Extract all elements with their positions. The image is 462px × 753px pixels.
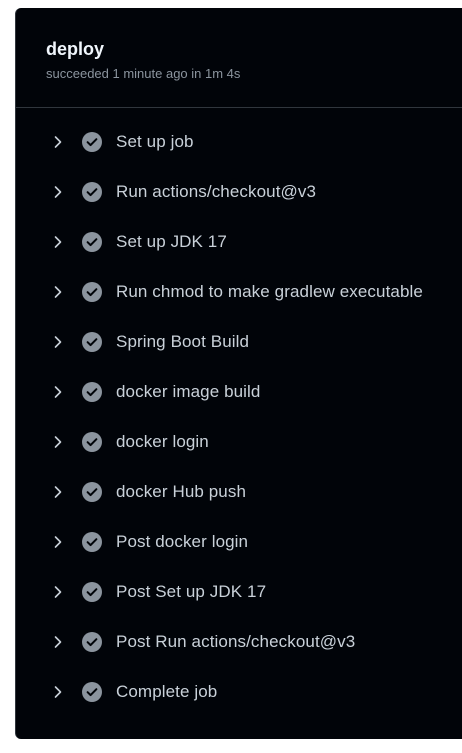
- step-label: Post docker login: [116, 532, 249, 551]
- step-list: Set up job Run actions/checkout@v3 Set u…: [16, 108, 462, 717]
- check-circle-fill-icon: [82, 532, 102, 552]
- check-circle-fill-icon: [82, 682, 102, 702]
- job-title: deploy: [46, 39, 105, 59]
- step-label: Set up job: [116, 132, 194, 151]
- job-header: deploy succeeded 1 minute ago in 1m 4s: [16, 8, 462, 108]
- chevron-right-icon[interactable]: [52, 684, 64, 700]
- step-label: Set up JDK 17: [116, 232, 227, 251]
- check-circle-fill-icon: [82, 582, 102, 602]
- step-row-docker-login[interactable]: docker login: [16, 417, 462, 467]
- chevron-right-icon[interactable]: [52, 484, 64, 500]
- step-row-complete-job[interactable]: Complete job: [16, 667, 462, 717]
- chevron-right-icon[interactable]: [52, 134, 64, 150]
- step-row-set-up-job[interactable]: Set up job: [16, 117, 462, 167]
- step-row-docker-hub-push[interactable]: docker Hub push: [16, 467, 462, 517]
- chevron-right-icon[interactable]: [52, 584, 64, 600]
- step-label: Complete job: [116, 682, 218, 701]
- chevron-right-icon[interactable]: [52, 284, 64, 300]
- step-label: docker login: [116, 432, 209, 451]
- check-circle-fill-icon: [82, 482, 102, 502]
- chevron-right-icon[interactable]: [52, 534, 64, 550]
- step-row-post-checkout[interactable]: Post Run actions/checkout@v3: [16, 617, 462, 667]
- check-circle-fill-icon: [82, 282, 102, 302]
- step-row-docker-image-build[interactable]: docker image build: [16, 367, 462, 417]
- check-circle-fill-icon: [82, 632, 102, 652]
- step-row-set-up-jdk[interactable]: Set up JDK 17: [16, 217, 462, 267]
- check-circle-fill-icon: [82, 382, 102, 402]
- step-row-spring-boot-build[interactable]: Spring Boot Build: [16, 317, 462, 367]
- check-circle-fill-icon: [82, 332, 102, 352]
- check-circle-fill-icon: [82, 232, 102, 252]
- step-label: Spring Boot Build: [116, 332, 250, 351]
- job-log-panel: deploy succeeded 1 minute ago in 1m 4s S…: [15, 8, 462, 739]
- check-circle-fill-icon: [82, 182, 102, 202]
- chevron-right-icon[interactable]: [52, 634, 64, 650]
- chevron-right-icon[interactable]: [52, 434, 64, 450]
- step-label: Post Set up JDK 17: [116, 582, 267, 601]
- chevron-right-icon[interactable]: [52, 184, 64, 200]
- step-label: Run chmod to make gradlew executable: [116, 282, 423, 301]
- step-row-post-set-up-jdk[interactable]: Post Set up JDK 17: [16, 567, 462, 617]
- job-status: succeeded 1 minute ago in 1m 4s: [46, 66, 241, 81]
- check-circle-fill-icon: [82, 132, 102, 152]
- step-label: Post Run actions/checkout@v3: [116, 632, 356, 651]
- step-label: docker image build: [116, 382, 261, 401]
- step-row-post-docker-login[interactable]: Post docker login: [16, 517, 462, 567]
- chevron-right-icon[interactable]: [52, 234, 64, 250]
- chevron-right-icon[interactable]: [52, 334, 64, 350]
- step-label: Run actions/checkout@v3: [116, 182, 317, 201]
- step-row-checkout[interactable]: Run actions/checkout@v3: [16, 167, 462, 217]
- chevron-right-icon[interactable]: [52, 384, 64, 400]
- step-label: docker Hub push: [116, 482, 247, 501]
- step-row-chmod-gradlew[interactable]: Run chmod to make gradlew executable: [16, 267, 462, 317]
- check-circle-fill-icon: [82, 432, 102, 452]
